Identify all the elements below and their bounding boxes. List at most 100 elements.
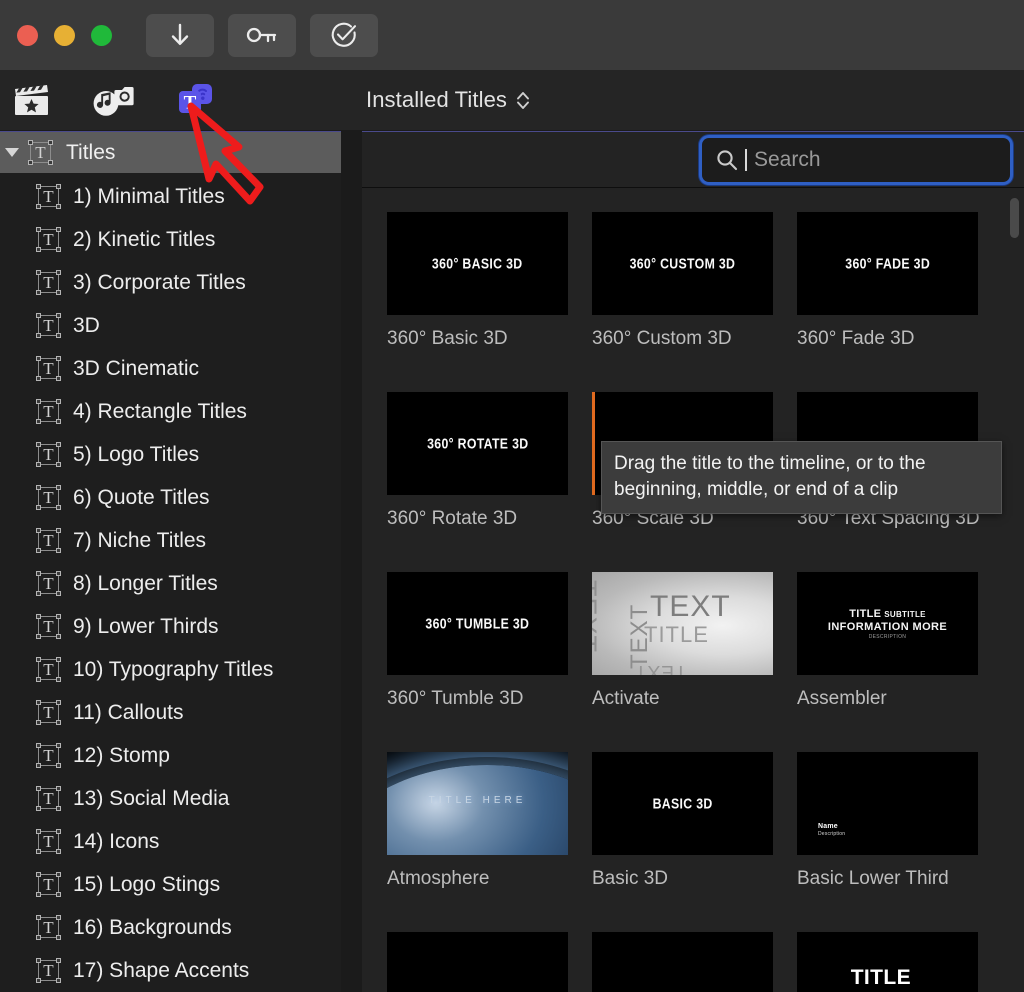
sidebar-item[interactable]: T 16) Backgrounds xyxy=(0,906,341,949)
browser-collection-selector[interactable]: Installed Titles xyxy=(366,70,530,130)
sidebar-item-list: T 1) Minimal Titles T 2) Kinetic Titles T 3) … xyxy=(0,173,341,992)
sidebar-item[interactable]: T 9) Lower Thirds xyxy=(0,605,341,648)
title-grid-item[interactable]: TITLE SUBTITLE INFORMATION MORE DESCRIPTION… xyxy=(797,572,1002,752)
title-thumbnail[interactable]: TITLE HERE xyxy=(387,752,568,855)
sidebar-item[interactable]: T 8) Longer Titles xyxy=(0,562,341,605)
title-text-icon: T xyxy=(36,829,61,854)
title-thumbnail[interactable] xyxy=(387,932,568,992)
title-grid-item[interactable]: 360° ROTATE 3D 360° Rotate 3D xyxy=(387,392,592,572)
sidebar-item[interactable]: T 3D xyxy=(0,304,341,347)
title-grid-item[interactable]: 360° TUMBLE 3D 360° Tumble 3D xyxy=(387,572,592,752)
sidebar-item[interactable]: T 10) Typography Titles xyxy=(0,648,341,691)
panel-divider[interactable] xyxy=(341,131,362,992)
search-placeholder: Search xyxy=(754,148,821,171)
sidebar-item[interactable]: T 11) Callouts xyxy=(0,691,341,734)
title-grid-item[interactable]: Name Description Basic Lower Third xyxy=(797,752,1002,932)
sidebar-item[interactable]: T 7) Niche Titles xyxy=(0,519,341,562)
sidebar-item[interactable]: T 1) Minimal Titles xyxy=(0,175,341,218)
title-grid-item[interactable] xyxy=(592,932,797,992)
title-grid-item[interactable]: 360° FADE 3D 360° Fade 3D xyxy=(797,212,1002,392)
title-text-icon: T xyxy=(36,872,61,897)
assembler-subtitle: SUBTITLE xyxy=(884,609,926,619)
title-text-icon: T xyxy=(36,614,61,639)
assembler-description: DESCRIPTION xyxy=(868,633,907,640)
svg-text:T: T xyxy=(184,93,197,114)
thumbnail-text: 360° BASIC 3D xyxy=(432,255,523,272)
sidebar-item[interactable]: T 5) Logo Titles xyxy=(0,433,341,476)
download-button[interactable] xyxy=(146,13,214,57)
sidebar-item-label: 3) Corporate Titles xyxy=(73,270,246,294)
sidebar-item-label: 5) Logo Titles xyxy=(73,442,200,466)
title-thumbnail[interactable]: BASIC 3D xyxy=(592,752,773,855)
title-text-icon: T xyxy=(36,915,61,940)
title-grid-item[interactable] xyxy=(387,932,592,992)
title-grid-item[interactable]: BASIC 3D Basic 3D xyxy=(592,752,797,932)
title-thumbnail[interactable]: TITLE xyxy=(797,932,978,992)
title-caption: Atmosphere xyxy=(387,868,490,889)
title-caption: Activate xyxy=(592,688,660,709)
title-thumbnail[interactable]: TITLE SUBTITLE INFORMATION MORE DESCRIPTION xyxy=(797,572,978,675)
title-thumbnail[interactable]: 360° BASIC 3D xyxy=(387,212,568,315)
title-thumbnail[interactable]: Name Description xyxy=(797,752,978,855)
zoom-window-button[interactable] xyxy=(91,24,112,46)
title-text-icon: T xyxy=(36,313,61,338)
sidebar-item[interactable]: T 3D Cinematic xyxy=(0,347,341,390)
disclosure-triangle-icon[interactable] xyxy=(2,148,22,157)
sidebar-item[interactable]: T 15) Logo Stings xyxy=(0,863,341,906)
search-field[interactable]: Search xyxy=(702,138,1010,182)
sidebar-header-label: Titles xyxy=(66,140,116,164)
sidebar-item[interactable]: T 3) Corporate Titles xyxy=(0,261,341,304)
title-grid-item[interactable]: TITLE HERE Atmosphere xyxy=(387,752,592,932)
photos-audio-icon xyxy=(93,87,134,116)
sidebar-item-label: 17) Shape Accents xyxy=(73,958,250,982)
content-scrollbar[interactable] xyxy=(1010,198,1019,238)
sidebar-item[interactable]: T 4) Rectangle Titles xyxy=(0,390,341,433)
title-thumbnail[interactable]: 360° ROTATE 3D xyxy=(387,392,568,495)
title-text-icon: T xyxy=(36,270,61,295)
title-grid-item[interactable]: TITLE xyxy=(797,932,1002,992)
window-titlebar xyxy=(0,0,1024,70)
sidebar-item[interactable]: T 14) Icons xyxy=(0,820,341,863)
title-caption: 360° Custom 3D xyxy=(592,328,732,349)
close-window-button[interactable] xyxy=(17,24,38,46)
lower-third-description: Description xyxy=(818,831,846,837)
title-text-icon: T xyxy=(36,528,61,553)
title-text-icon: T xyxy=(36,184,61,209)
title-text-icon: T xyxy=(28,140,53,165)
title-thumbnail[interactable]: 360° FADE 3D xyxy=(797,212,978,315)
thumbnail-text: TITLE HERE xyxy=(428,795,527,807)
sidebar-item[interactable]: T 2) Kinetic Titles xyxy=(0,218,341,261)
sidebar-item-label: 4) Rectangle Titles xyxy=(73,399,247,423)
title-caption: 360° Basic 3D xyxy=(387,328,508,349)
sidebar-item[interactable]: T 12) Stomp xyxy=(0,734,341,777)
sidebar-item-label: 10) Typography Titles xyxy=(73,657,274,681)
title-thumbnail[interactable]: 360° CUSTOM 3D xyxy=(592,212,773,315)
verify-button[interactable] xyxy=(310,13,378,57)
thumbnail-text: TEXT xyxy=(650,590,731,623)
sidebar-item-label: 1) Minimal Titles xyxy=(73,184,225,208)
title-thumbnail[interactable]: TEXT TEXT TEXT TITLE TEXT xyxy=(592,572,773,675)
sidebar-item[interactable]: T 13) Social Media xyxy=(0,777,341,820)
title-caption: 360° Tumble 3D xyxy=(387,688,524,709)
key-icon xyxy=(246,27,277,43)
browser-toolbar: T Installed Titles xyxy=(0,70,1024,130)
title-grid-item[interactable]: TEXT TEXT TEXT TITLE TEXT Activate xyxy=(592,572,797,752)
text-caret xyxy=(745,149,747,171)
minimize-window-button[interactable] xyxy=(54,24,75,46)
key-button[interactable] xyxy=(228,13,296,57)
sidebar-header-titles[interactable]: T Titles xyxy=(0,132,341,173)
tab-photos-audio[interactable] xyxy=(92,80,136,120)
tab-titles-generators[interactable]: T xyxy=(174,80,218,120)
title-thumbnail[interactable] xyxy=(592,932,773,992)
sidebar-item[interactable]: T 17) Shape Accents xyxy=(0,949,341,992)
media-browser-tabs: T xyxy=(0,80,218,120)
title-text-icon: T xyxy=(36,356,61,381)
titles-category-sidebar[interactable]: T Titles T 1) Minimal Titles T 2) Kinetic T… xyxy=(0,131,341,992)
tab-effects-browser[interactable] xyxy=(10,80,54,120)
title-thumbnail[interactable]: 360° TUMBLE 3D xyxy=(387,572,568,675)
sidebar-item[interactable]: T 6) Quote Titles xyxy=(0,476,341,519)
title-grid-item[interactable]: 360° CUSTOM 3D 360° Custom 3D xyxy=(592,212,797,392)
thumbnail-text: BASIC 3D xyxy=(652,795,713,812)
title-grid-item[interactable]: 360° BASIC 3D 360° Basic 3D xyxy=(387,212,592,392)
sidebar-item-label: 11) Callouts xyxy=(73,700,184,724)
